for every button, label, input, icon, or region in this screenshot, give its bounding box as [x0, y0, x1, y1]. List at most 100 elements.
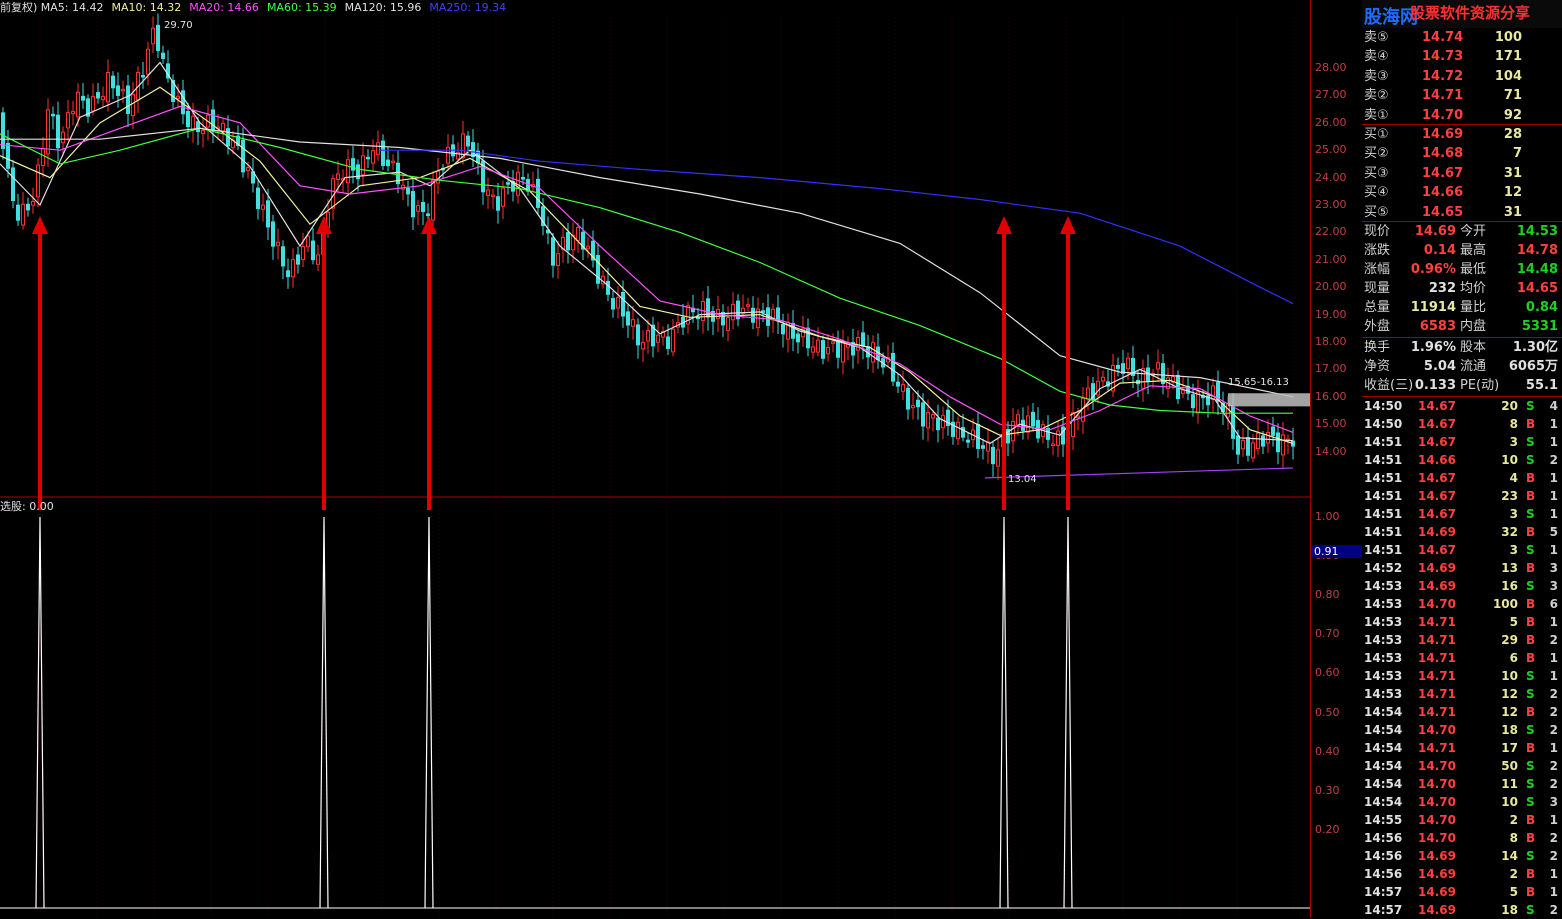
signal-spike	[1063, 516, 1073, 909]
field-value: 14.53	[1516, 224, 1558, 239]
field-value: 2	[1509, 813, 1518, 827]
field-value: B	[1526, 597, 1536, 611]
field-value: 3	[1509, 435, 1518, 449]
candle-body	[556, 253, 560, 266]
bid-row: 买① 14.69 28	[1362, 125, 1562, 144]
field-value: 14.67	[1418, 417, 1456, 431]
candle-body	[646, 330, 650, 342]
candle-body	[861, 332, 865, 347]
field-label: 卖②	[1364, 88, 1389, 104]
candle-body	[151, 27, 155, 45]
ma-line-ma60	[0, 127, 1293, 414]
candle-body	[916, 399, 920, 408]
field-value: 1.30亿	[1512, 340, 1558, 355]
candle-body	[491, 194, 495, 198]
field-value: 14.70	[1418, 795, 1456, 809]
candle-body	[316, 254, 320, 265]
candle-body	[841, 341, 845, 363]
field-value: 14:53	[1364, 669, 1403, 683]
tick-row: 14:54 14.71 12 B 2	[1362, 703, 1562, 721]
candle-body	[826, 347, 830, 355]
candle-body	[376, 142, 380, 155]
tick-row: 14:53 14.71 5 B 1	[1362, 613, 1562, 631]
candle-body	[131, 93, 135, 117]
field-label: 卖①	[1364, 107, 1389, 123]
field-value: 14:54	[1364, 759, 1403, 773]
field-value: 4	[1509, 471, 1518, 485]
candle-body	[551, 237, 555, 266]
field-value: 14.66	[1422, 185, 1464, 201]
field-value: 1.96%	[1410, 340, 1456, 355]
field-value: 104	[1494, 68, 1522, 84]
candle-body	[911, 405, 915, 409]
field-label: 今开	[1460, 224, 1487, 239]
field-value: B	[1526, 867, 1536, 881]
field-value: 2	[1549, 777, 1558, 791]
field-label: 买⑤	[1364, 204, 1389, 220]
candle-body	[56, 114, 60, 149]
candle-body	[1, 112, 5, 149]
candle-body	[816, 339, 820, 353]
field-label: 卖⑤	[1364, 30, 1389, 45]
candle-body	[311, 240, 315, 261]
field-value: 14.67	[1418, 543, 1456, 557]
field-value: 1	[1549, 867, 1558, 881]
field-value: 14:51	[1364, 543, 1403, 557]
field-value: 13	[1501, 561, 1518, 575]
field-value: 3	[1509, 543, 1518, 557]
field-value: 5.04	[1423, 359, 1456, 374]
field-value: 14.48	[1516, 262, 1558, 277]
candle-body	[641, 342, 645, 350]
candle-body	[666, 336, 670, 349]
candle-body	[106, 72, 110, 103]
kline-chart[interactable]	[0, 0, 1310, 918]
field-value: 14:50	[1364, 399, 1403, 413]
field-value: 14:52	[1364, 561, 1403, 575]
candle-body	[931, 414, 935, 419]
field-value: 14.67	[1418, 507, 1456, 521]
field-value: 14.67	[1418, 435, 1456, 449]
field-value: 14:53	[1364, 633, 1403, 647]
candle-body	[991, 446, 995, 465]
bid-row: 买② 14.68 7	[1362, 144, 1562, 163]
field-value: 14.71	[1422, 88, 1464, 104]
tick-row: 14:53 14.71 12 S 2	[1362, 685, 1562, 703]
candle-body	[776, 307, 780, 322]
field-value: 14.69	[1418, 867, 1456, 881]
field-value: 2	[1549, 453, 1558, 467]
candle-body	[91, 95, 95, 112]
field-value: 14.67	[1418, 399, 1456, 413]
price-axis[interactable]: 28.00 27.00 26.00 25.00 24.00 23.00 22.00 21.00…	[1310, 0, 1363, 918]
candle-body	[186, 110, 190, 127]
field-value: 14.69	[1422, 127, 1464, 142]
tick-row: 14:51 14.69 32 B 5	[1362, 523, 1562, 541]
field-value: 14.69	[1418, 849, 1456, 863]
range-label: 15.65-16.13	[1228, 377, 1289, 388]
candle-body	[201, 129, 205, 135]
field-value: 14.66	[1418, 453, 1456, 467]
candle-body	[261, 204, 265, 210]
field-value: S	[1526, 795, 1535, 809]
candle-body	[1051, 443, 1055, 447]
field-value: 14.70	[1418, 777, 1456, 791]
price-tick-label: 25.00	[1315, 143, 1347, 157]
field-value: 2	[1509, 867, 1518, 881]
candle-body	[336, 173, 340, 180]
tick-row: 14:51 14.67 4 B 1	[1362, 469, 1562, 487]
candle-body	[141, 75, 145, 78]
field-value: 55.1	[1525, 378, 1558, 393]
candle-body	[1016, 414, 1020, 426]
field-value: 14:54	[1364, 705, 1403, 719]
field-value: 232	[1428, 281, 1456, 296]
kline-chart-area[interactable]: 前复权) MA5: 14.42 MA10: 14.32 MA20: 14.66 MA6…	[0, 0, 1310, 918]
ma-legend-item: MA120: 15.96	[344, 1, 422, 14]
field-value: 14.71	[1418, 615, 1456, 629]
candle-body	[1266, 431, 1270, 444]
field-value: 3	[1549, 795, 1558, 809]
field-value: 14:56	[1364, 831, 1403, 845]
field-value: S	[1526, 399, 1535, 413]
indicator-tick-label: 0.30	[1315, 783, 1340, 797]
field-value: 14.71	[1418, 687, 1456, 701]
field-value: B	[1526, 741, 1536, 755]
stats-row: 收益(三) 0.133 PE(动) 55.1	[1362, 376, 1562, 395]
